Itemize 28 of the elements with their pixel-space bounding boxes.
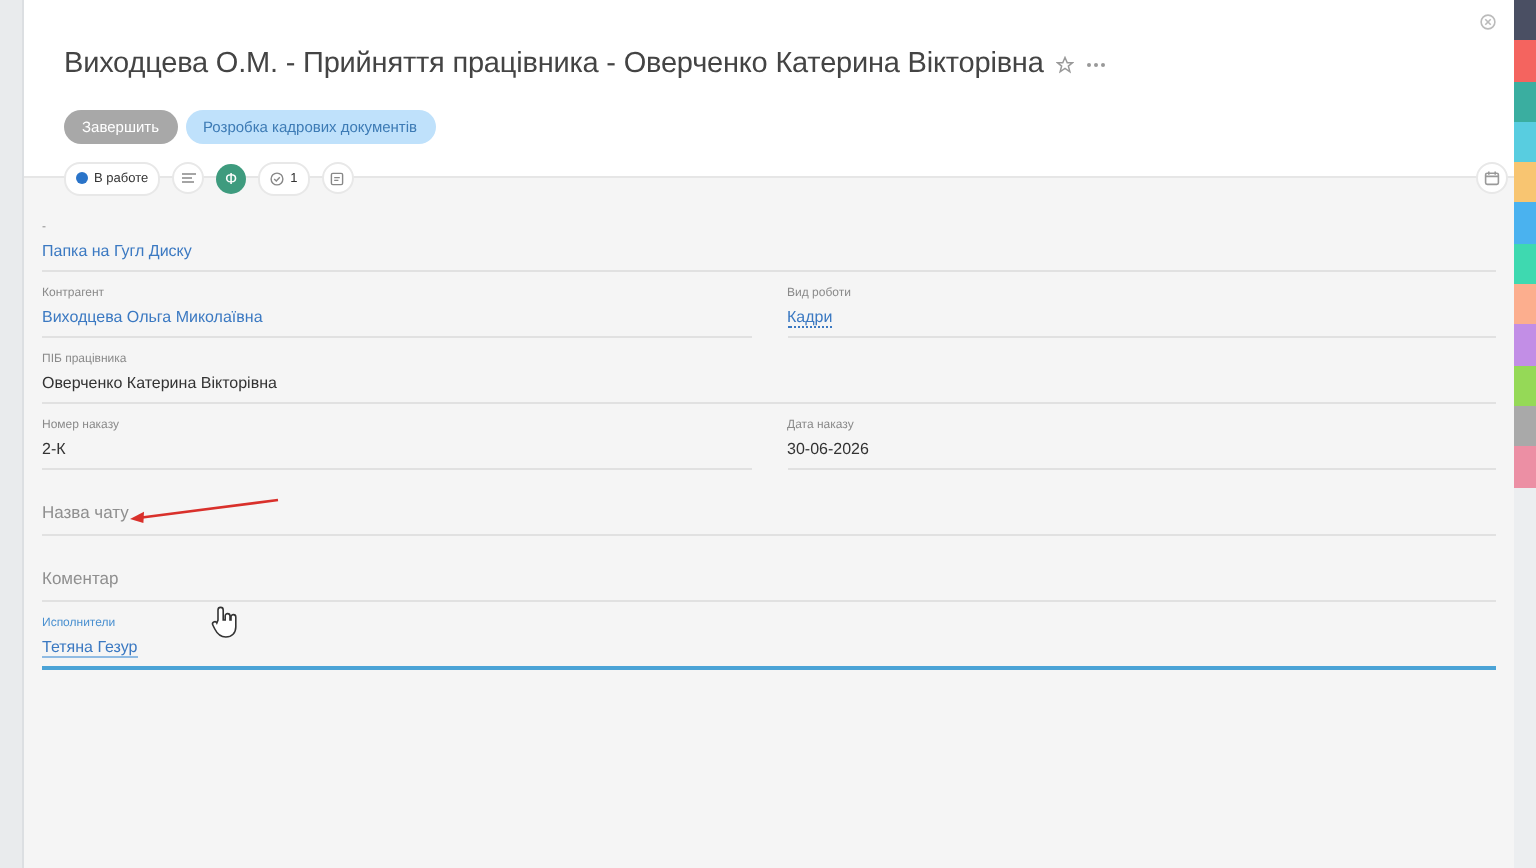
note-icon xyxy=(330,171,345,185)
list-button[interactable] xyxy=(172,162,205,194)
field-value: Оверченко Катерина Вікторівна xyxy=(42,374,277,393)
more-icon[interactable] xyxy=(1085,61,1106,67)
side-tab[interactable] xyxy=(1514,284,1536,325)
close-icon[interactable] xyxy=(1480,14,1496,30)
star-icon[interactable] xyxy=(1055,55,1074,73)
window-title: Виходцева О.М. - Прийняття працівника - Оверченко Катерина Вікторівна xyxy=(64,48,1044,80)
calendar-button[interactable] xyxy=(1476,162,1508,194)
field-value: 2-К xyxy=(42,440,66,459)
field-link[interactable]: Папка на Гугл Диску xyxy=(42,241,192,260)
field-link[interactable]: Кадри xyxy=(787,307,833,328)
calendar-icon xyxy=(1484,170,1500,186)
hand-cursor-icon xyxy=(211,606,237,638)
side-tab[interactable] xyxy=(1514,365,1536,406)
side-tab[interactable] xyxy=(1514,405,1536,447)
text-field[interactable]: Коментар xyxy=(42,536,1496,602)
field-value: 30-06-2026 xyxy=(787,440,869,459)
side-tab[interactable] xyxy=(1514,243,1536,285)
side-tab[interactable] xyxy=(1514,162,1536,203)
side-tab[interactable] xyxy=(1514,121,1536,163)
side-tab[interactable] xyxy=(1514,81,1536,122)
check-circle-icon xyxy=(270,171,285,185)
side-tab[interactable] xyxy=(1514,0,1536,41)
field-link[interactable]: Тетяна Гезур xyxy=(42,637,138,658)
text-field[interactable]: Назва чату xyxy=(42,470,1496,537)
list-icon xyxy=(181,172,196,184)
field-link[interactable]: Виходцева Ольга Миколаївна xyxy=(42,307,263,326)
